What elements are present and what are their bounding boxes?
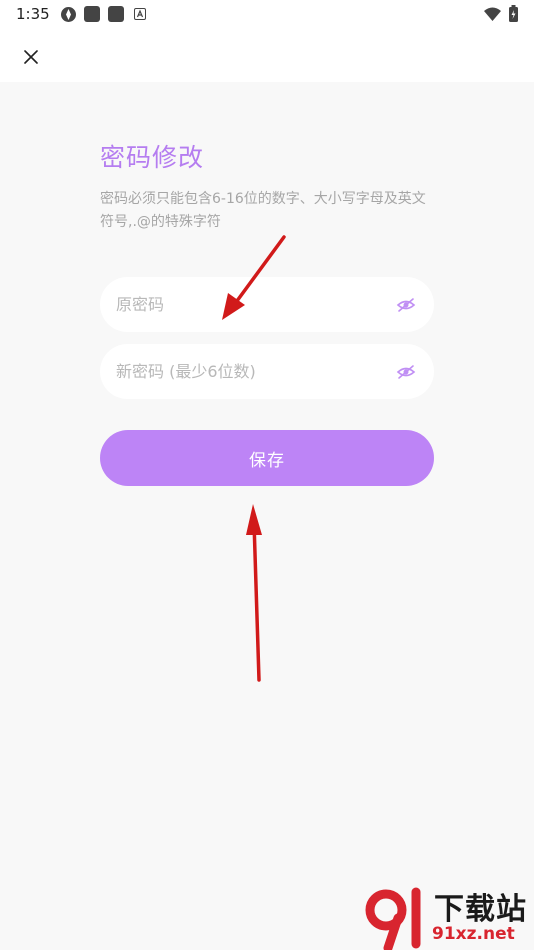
site-watermark: 下载站 91xz.net (362, 884, 534, 950)
toggle-new-password-visibility[interactable] (396, 362, 416, 382)
eye-off-icon (396, 365, 416, 379)
watermark-url: 91xz.net (432, 924, 515, 944)
watermark-title: 下载站 (434, 892, 527, 927)
annotation-arrow-to-save-button (246, 504, 262, 682)
status-bar: 1:35 (0, 0, 534, 30)
password-rule-hint: 密码必须只能包含6-16位的数字、大小写字母及英文符号,.@的特殊字符 (100, 191, 426, 230)
eye-off-icon (396, 298, 416, 312)
page-title: 密码修改 (100, 143, 205, 172)
toggle-old-password-visibility[interactable] (396, 295, 416, 315)
wifi-icon (484, 7, 501, 21)
battery-icon (509, 5, 518, 22)
hotspot-icon (60, 6, 77, 23)
app-icon (84, 6, 100, 22)
new-password-field (100, 344, 434, 399)
save-button[interactable]: 保存 (100, 430, 434, 486)
app-icon (108, 6, 124, 22)
close-button[interactable] (18, 44, 44, 70)
font-icon (134, 8, 146, 20)
old-password-field (100, 277, 434, 332)
watermark-logo-icon (365, 887, 421, 950)
close-icon (24, 50, 38, 64)
top-toolbar (0, 30, 534, 82)
new-password-input[interactable] (100, 344, 380, 399)
status-time: 1:35 (16, 5, 50, 23)
old-password-input[interactable] (100, 277, 380, 332)
